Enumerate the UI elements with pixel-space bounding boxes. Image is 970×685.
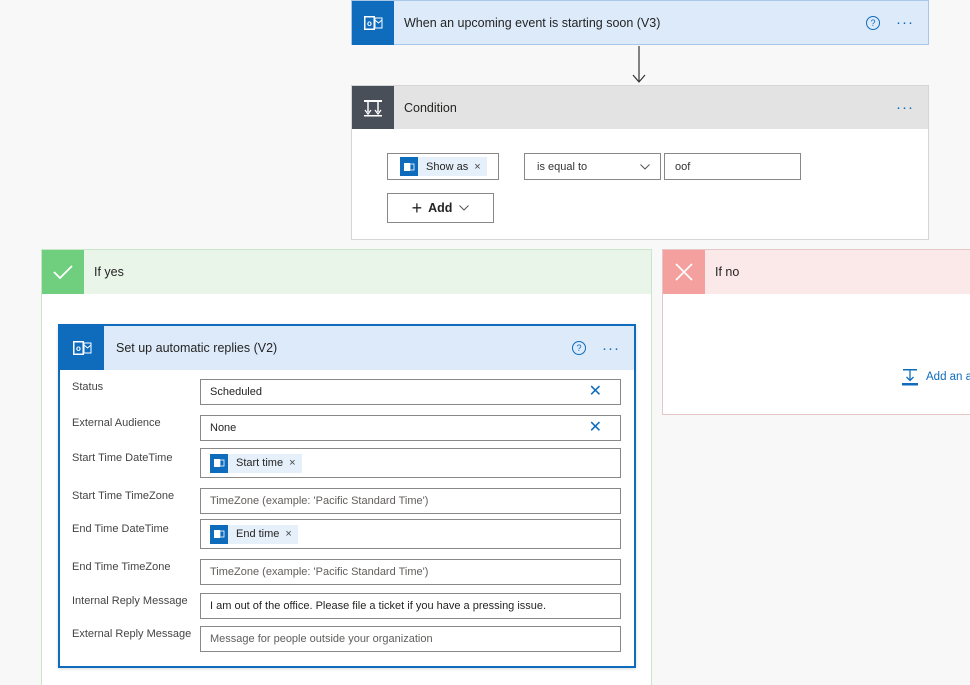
add-action-link[interactable]: Add an a (901, 368, 970, 386)
field-label: External Audience (72, 417, 161, 429)
token-label: Start time (236, 457, 284, 469)
end-datetime-input[interactable]: End time × (200, 519, 621, 549)
more-options-icon[interactable]: ··· (602, 341, 620, 356)
svg-text:o: o (367, 19, 372, 28)
operator-select[interactable]: is equal to (524, 153, 661, 180)
action-card-automatic-replies[interactable]: o Set up automatic replies (V2) ? ··· St… (58, 324, 636, 668)
field-internal-reply: Internal Reply Message I am out of the o… (72, 593, 632, 619)
condition-left-operand[interactable]: Show as × (387, 153, 499, 180)
if-yes-title: If yes (94, 265, 124, 279)
field-value: Scheduled (210, 386, 262, 398)
field-label: End Time DateTime (72, 523, 169, 535)
token-label: Show as (426, 160, 469, 173)
field-label: End Time TimeZone (72, 561, 171, 573)
condition-row: Show as × is equal to oof (387, 153, 801, 180)
dynamic-token-show-as[interactable]: Show as × (400, 157, 487, 176)
field-end-timezone: End Time TimeZone TimeZone (example: 'Pa… (72, 559, 632, 585)
condition-value-input[interactable]: oof (664, 153, 801, 180)
clear-icon[interactable]: ✕ (589, 420, 602, 436)
outlook-icon (210, 524, 228, 544)
token-label: End time (236, 528, 280, 540)
condition-header[interactable]: Condition ··· (352, 86, 928, 129)
status-select[interactable]: Scheduled ✕ (200, 379, 621, 405)
add-button[interactable]: + Add (387, 193, 494, 223)
clear-icon[interactable]: ✕ (589, 384, 602, 400)
field-label: External Reply Message (72, 628, 192, 640)
start-timezone-input[interactable]: TimeZone (example: 'Pacific Standard Tim… (200, 488, 621, 514)
close-icon (663, 250, 705, 294)
flow-arrow-icon (632, 46, 646, 83)
external-reply-input[interactable]: Message for people outside your organiza… (200, 626, 621, 652)
condition-title: Condition (404, 100, 457, 115)
dynamic-token-start-time[interactable]: Start time × (210, 453, 302, 473)
plus-icon: + (411, 197, 423, 218)
more-options-icon[interactable]: ··· (896, 15, 914, 30)
help-icon[interactable]: ? (866, 15, 880, 30)
dynamic-token-end-time[interactable]: End time × (210, 524, 298, 544)
field-external-reply: External Reply Message Message for peopl… (72, 626, 632, 652)
outlook-icon: o (352, 0, 394, 45)
more-options-icon[interactable]: ··· (896, 100, 914, 115)
field-start-datetime: Start Time DateTime Start time × (72, 448, 632, 478)
svg-text:o: o (76, 344, 81, 353)
remove-token-icon[interactable]: × (474, 161, 480, 173)
field-start-timezone: Start Time TimeZone TimeZone (example: '… (72, 488, 632, 514)
field-status: Status Scheduled ✕ (72, 379, 632, 405)
remove-token-icon[interactable]: × (285, 528, 291, 540)
add-action-icon (902, 369, 918, 386)
field-value: None (210, 422, 237, 434)
field-label: Start Time DateTime (72, 452, 173, 464)
internal-reply-input[interactable]: I am out of the office. Please file a ti… (200, 593, 621, 619)
trigger-card[interactable]: o When an upcoming event is starting soo… (351, 0, 929, 45)
external-audience-select[interactable]: None ✕ (200, 415, 621, 441)
chevron-down-icon (640, 163, 650, 170)
remove-token-icon[interactable]: × (289, 457, 295, 469)
if-no-title: If no (715, 265, 740, 279)
outlook-icon (400, 157, 418, 176)
checkmark-icon (42, 250, 84, 294)
condition-card[interactable]: Condition ··· Show as × is equal to oof … (351, 85, 929, 240)
trigger-title: When an upcoming event is starting soon … (404, 15, 661, 30)
outlook-icon (210, 453, 228, 473)
help-icon[interactable]: ? (572, 341, 586, 355)
field-label: Start Time TimeZone (72, 490, 175, 502)
outlook-icon: o (60, 326, 104, 370)
chevron-down-icon (459, 205, 470, 211)
if-yes-header[interactable]: If yes (42, 250, 651, 294)
if-no-header[interactable]: If no (663, 250, 970, 294)
add-label: Add (428, 201, 453, 215)
operator-value: is equal to (537, 160, 588, 173)
if-no-branch: If no Add an a (662, 249, 970, 415)
start-datetime-input[interactable]: Start time × (200, 448, 621, 478)
field-external-audience: External Audience None ✕ (72, 415, 632, 441)
field-end-datetime: End Time DateTime End time × (72, 519, 632, 549)
end-timezone-input[interactable]: TimeZone (example: 'Pacific Standard Tim… (200, 559, 621, 585)
add-action-label: Add an a (926, 371, 970, 383)
condition-icon (352, 86, 394, 129)
action-title: Set up automatic replies (V2) (116, 341, 278, 355)
field-label: Internal Reply Message (72, 595, 188, 607)
action-header[interactable]: o Set up automatic replies (V2) ? ··· (60, 326, 634, 370)
field-label: Status (72, 381, 104, 393)
